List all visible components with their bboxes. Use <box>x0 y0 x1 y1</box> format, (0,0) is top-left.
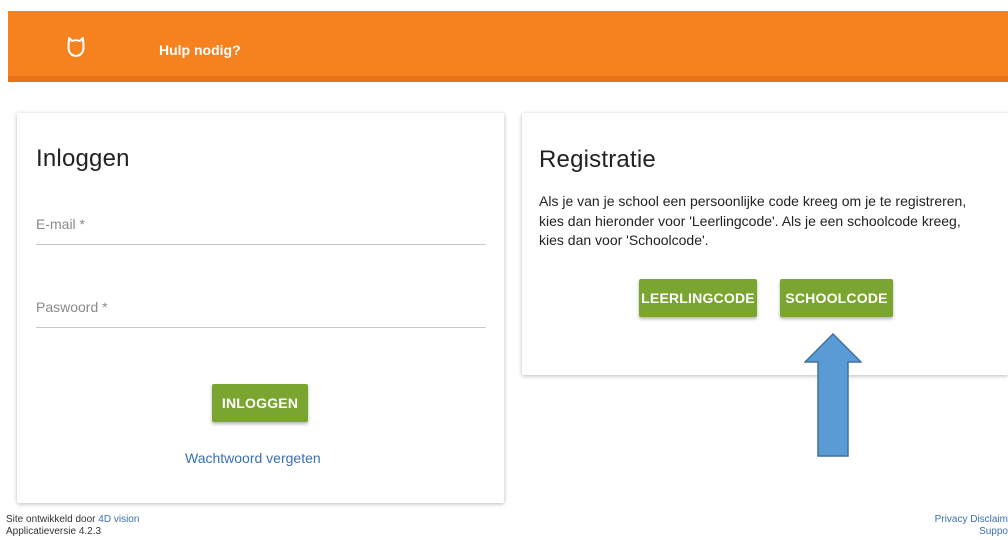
footer-credits: Site ontwikkeld door 4D vision Applicati… <box>6 514 139 538</box>
owl-logo-icon[interactable] <box>64 35 88 59</box>
registration-card: Registratie Als je van je school een per… <box>522 113 1008 375</box>
version-text: Applicatieversie 4.2.3 <box>6 526 102 537</box>
registration-description: Als je van je school een persoonlijke co… <box>539 193 967 248</box>
developed-by-text: Site ontwikkeld door <box>6 514 96 525</box>
privacy-link[interactable]: Privacy Disclaim <box>935 514 1008 526</box>
password-input[interactable] <box>36 288 486 326</box>
password-field <box>36 288 486 328</box>
top-navbar: Hulp nodig? <box>8 11 1008 82</box>
help-link[interactable]: Hulp nodig? <box>159 41 241 59</box>
login-card: Inloggen INLOGGEN Wachtwoord vergeten <box>17 113 504 503</box>
login-title: Inloggen <box>36 145 130 172</box>
school-code-button[interactable]: SCHOOLCODE <box>780 279 893 317</box>
developer-link[interactable]: 4D vision <box>98 514 139 525</box>
forgot-password-link[interactable]: Wachtwoord vergeten <box>185 450 321 466</box>
footer-links: Privacy Disclaim Suppo <box>935 514 1008 538</box>
up-arrow-annotation <box>804 333 862 457</box>
page: Hulp nodig? Inloggen INLOGGEN Wachtwoord… <box>0 0 1008 540</box>
login-button[interactable]: INLOGGEN <box>212 384 308 422</box>
registration-title: Registratie <box>539 146 656 173</box>
student-code-button[interactable]: LEERLINGCODE <box>639 279 757 317</box>
support-link[interactable]: Suppo <box>935 526 1008 538</box>
email-field <box>36 205 486 245</box>
email-input[interactable] <box>36 205 486 243</box>
navbar-bottom-stripe <box>8 76 1008 82</box>
